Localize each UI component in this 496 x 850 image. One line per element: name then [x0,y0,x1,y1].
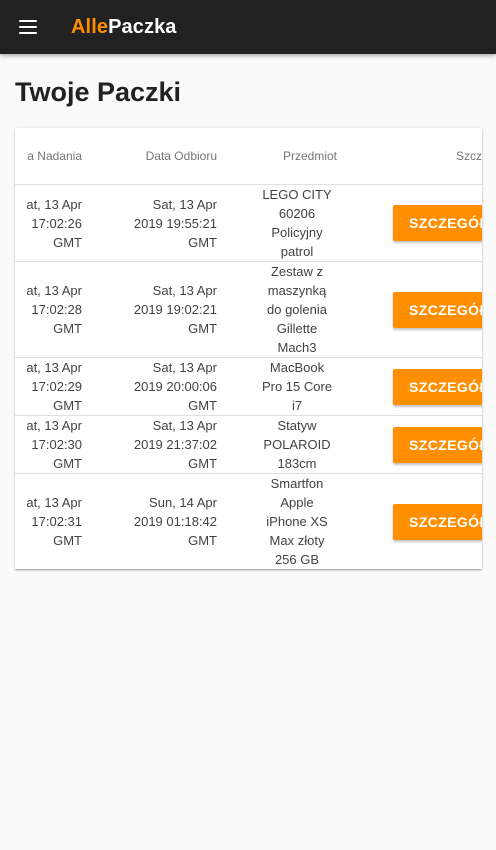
table-row: at, 13 Apr 17:02:31 GMT Sun, 14 Apr 2019 01:… [15,474,482,569]
details-button[interactable]: SZCZEGÓŁY [393,291,482,328]
item-cell-line: 256 GB [274,552,320,567]
received-date-cell-line: Sat, 13 Apr [152,418,217,433]
details-button[interactable]: SZCZEGÓŁY [393,426,482,463]
sent-date-cell-line: 17:02:29 [31,379,82,394]
brand-part-1: Alle [71,16,109,38]
details-button[interactable]: SZCZEGÓŁY [393,368,482,405]
item-cell: Statyw POLAROID 183cm [230,416,337,473]
sent-date-cell: at, 13 Apr 17:02:28 GMT [15,262,82,357]
received-date-cell-line: 2019 21:37:02 [133,437,217,452]
received-date-cell: Sat, 13 Apr 2019 21:37:02 GMT [92,416,217,473]
parcels-table: a Nadania Data Odbioru Przedmiot Szczeg … [15,128,482,569]
brand-part-2: Paczka [108,16,177,38]
header-sent-date-label: a Nadania [27,148,82,163]
header-item[interactable]: Przedmiot [230,128,337,184]
item-cell-line: maszynką [267,283,327,298]
table-row: at, 13 Apr 17:02:30 GMT Sat, 13 Apr 2019 21:… [15,416,482,474]
received-date-cell-line: 2019 19:02:21 [133,302,217,317]
received-date-cell-line: GMT [188,533,217,548]
item-cell-line: 60206 [278,206,316,221]
sent-date-cell: at, 13 Apr 17:02:30 GMT [15,416,82,473]
received-date-cell: Sat, 13 Apr 2019 19:55:21 GMT [92,185,217,261]
sent-date-cell-line: at, 13 Apr [26,360,82,375]
received-date-cell-line: 2019 19:55:21 [133,215,217,231]
sent-date-cell-line: at, 13 Apr [26,495,82,510]
sent-date-cell-line: GMT [53,321,82,336]
item-cell-line: iPhone XS [266,514,328,529]
item-cell-line: Statyw [277,418,317,433]
sent-date-cell-line: GMT [53,533,82,548]
sent-date-cell-line: at, 13 Apr [26,283,82,298]
page-title: Twoje Paczki [15,77,182,107]
sent-date-cell-line: at, 13 Apr [26,418,82,433]
received-date-cell-line: Sat, 13 Apr [152,196,217,212]
item-cell-line: patrol [280,244,314,259]
sent-date-cell: at, 13 Apr 17:02:29 GMT [15,358,82,415]
table-row: at, 13 Apr 17:02:26 GMT Sat, 13 Apr 2019 19:… [15,185,482,262]
sent-date-cell-line: GMT [53,456,82,471]
header-sent-date[interactable]: a Nadania [15,128,82,184]
menu-icon[interactable] [12,11,44,43]
received-date-cell-line: GMT [188,456,217,471]
sent-date-cell: at, 13 Apr 17:02:26 GMT [15,185,82,261]
details-button[interactable]: SZCZEGÓŁY [393,205,482,241]
details-button[interactable]: SZCZEGÓŁY [393,503,482,540]
item-cell-line: Mach3 [277,340,317,355]
item-cell-line: Smartfon [270,476,324,491]
brand-logo[interactable]: AllePaczka [71,14,177,40]
sent-date-cell: at, 13 Apr 17:02:31 GMT [15,474,82,569]
item-cell-line: i7 [291,398,303,413]
sent-date-cell-line: 17:02:28 [31,302,82,317]
header-item-label: Przedmiot [282,148,337,163]
item-cell: Smartfon Apple iPhone XS Max złoty 256 GB [230,474,337,569]
received-date-cell-line: 2019 20:00:06 [133,379,217,394]
item-cell-line: do golenia [267,302,327,317]
item-cell-line: MacBook [269,360,325,375]
item-cell-line: LEGO CITY [262,187,332,202]
table-row: at, 13 Apr 17:02:28 GMT Sat, 13 Apr 2019 19:… [15,262,482,358]
header-received-date-label: Data Odbioru [145,148,217,163]
table-row: at, 13 Apr 17:02:29 GMT Sat, 13 Apr 2019 20:… [15,358,482,416]
item-cell-line: Apple [280,495,314,510]
sent-date-cell-line: 17:02:26 [31,215,82,231]
item-cell-line: Policyjny [271,225,323,240]
sent-date-cell-line: GMT [53,398,82,413]
received-date-cell: Sat, 13 Apr 2019 19:02:21 GMT [92,262,217,357]
sent-date-cell-line: GMT [53,234,82,250]
received-date-cell-line: Sat, 13 Apr [152,283,217,298]
received-date-cell: Sat, 13 Apr 2019 20:00:06 GMT [92,358,217,415]
header-details[interactable]: Szczeg [360,128,482,184]
item-cell-line: 183cm [277,456,317,471]
sent-date-cell-line: 17:02:31 [31,514,82,529]
received-date-cell: Sun, 14 Apr 2019 01:18:42 GMT [92,474,217,569]
parcels-table-card[interactable]: a Nadania Data Odbioru Przedmiot Szczeg … [15,128,482,569]
received-date-cell-line: Sat, 13 Apr [152,360,217,375]
item-cell: MacBook Pro 15 Core i7 [230,358,337,415]
received-date-cell-line: GMT [188,398,217,413]
item-cell-line: Pro 15 Core [261,379,333,394]
item-cell-line: Gillette [276,321,318,336]
item-cell: Zestaw z maszynką do golenia Gillette Mach3 [230,262,337,357]
received-date-cell-line: 2019 01:18:42 [133,514,217,529]
item-cell-line: POLAROID [263,437,331,452]
header-details-label: Szczeg [456,148,482,163]
item-cell-line: Zestaw z [270,264,323,279]
received-date-cell-line: GMT [188,234,217,250]
table-header-row: a Nadania Data Odbioru Przedmiot Szczeg [15,128,482,185]
sent-date-cell-line: at, 13 Apr [26,196,82,212]
header-received-date[interactable]: Data Odbioru [92,128,217,184]
item-cell-line: Max złoty [269,533,325,548]
received-date-cell-line: Sun, 14 Apr [149,495,217,510]
item-cell: LEGO CITY 60206 Policyjny patrol [230,185,337,261]
sent-date-cell-line: 17:02:30 [31,437,82,452]
app-bar: AllePaczka [0,0,496,54]
received-date-cell-line: GMT [188,321,217,336]
